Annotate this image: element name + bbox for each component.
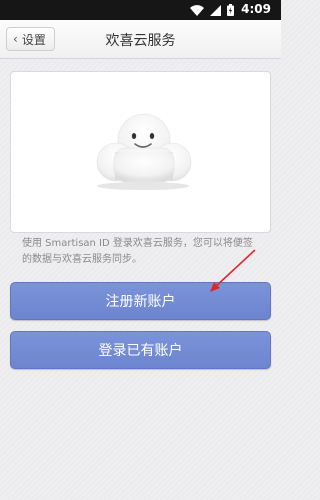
- signal-icon: [210, 4, 221, 16]
- status-time: 4:09: [241, 2, 271, 16]
- page-title: 欢喜云服务: [105, 33, 176, 49]
- status-icons: [190, 4, 234, 16]
- login-account-button[interactable]: 登录已有账户: [10, 331, 271, 369]
- battery-icon: [227, 4, 234, 16]
- wifi-icon: [190, 4, 204, 16]
- annotation-arrow-icon: [210, 249, 256, 292]
- title-bar: ‹ 设置 欢喜云服务: [0, 20, 281, 59]
- cloud-illustration-card: [10, 71, 271, 233]
- status-bar: 4:09: [0, 0, 281, 20]
- cloud-mascot-icon: [96, 113, 192, 190]
